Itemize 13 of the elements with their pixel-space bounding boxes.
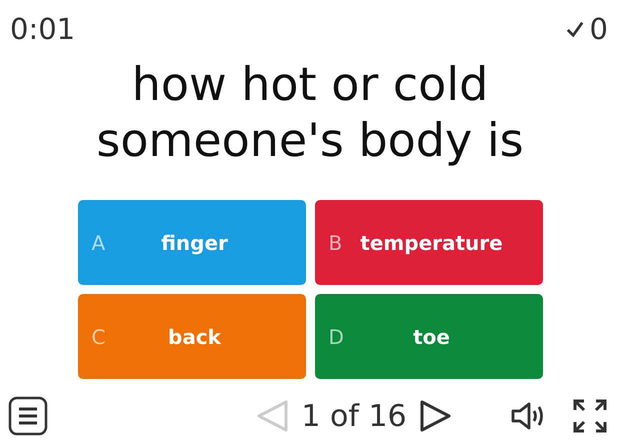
answer-button[interactable]: D toe [314, 294, 542, 379]
menu-icon[interactable] [8, 396, 48, 436]
question-text: how hot or cold someone's body is [95, 56, 525, 169]
speaker-icon[interactable] [510, 401, 546, 431]
fullscreen-icon[interactable] [572, 398, 608, 434]
timer: 0:01 [10, 12, 76, 46]
check-icon [566, 20, 584, 38]
page-counter: 1 of 16 [301, 398, 407, 434]
score: 0 [590, 12, 608, 46]
answer-button[interactable]: A finger [78, 200, 306, 285]
answer-button[interactable]: B temperature [314, 200, 542, 285]
answer-button[interactable]: C back [78, 294, 306, 379]
next-icon[interactable] [418, 399, 453, 433]
